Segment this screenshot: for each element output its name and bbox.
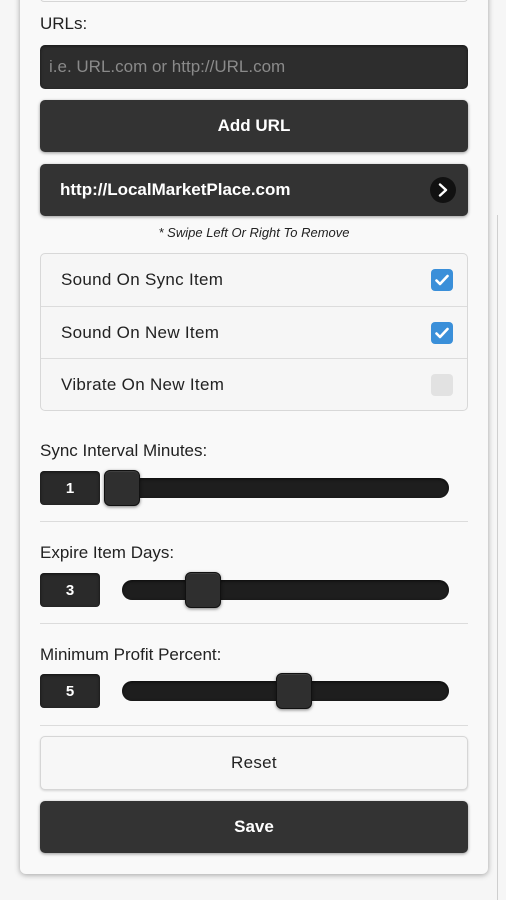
- expire-days-slider-handle[interactable]: [185, 572, 221, 608]
- sync-interval-label: Sync Interval Minutes:: [40, 441, 208, 460]
- divider: [40, 521, 468, 522]
- option-vibrate-on-new[interactable]: Vibrate On New Item: [41, 358, 467, 410]
- url-input[interactable]: [40, 45, 468, 89]
- sync-interval-value[interactable]: 1: [40, 471, 100, 505]
- checkbox-unchecked-icon[interactable]: [431, 374, 453, 396]
- sync-interval-slider-handle[interactable]: [104, 470, 140, 506]
- min-profit-label: Minimum Profit Percent:: [40, 645, 222, 664]
- option-label: Sound On New Item: [61, 322, 220, 342]
- swipe-hint: * Swipe Left Or Right To Remove: [158, 225, 350, 240]
- sync-interval-slider-track[interactable]: [106, 478, 449, 498]
- notification-options: Sound On Sync Item Sound On New Item Vib…: [40, 253, 468, 411]
- url-item-label: http://LocalMarketPlace.com: [60, 180, 291, 199]
- url-list-item[interactable]: http://LocalMarketPlace.com: [40, 164, 468, 216]
- scrollbar-track: [497, 215, 498, 900]
- reset-button[interactable]: Reset: [40, 736, 468, 790]
- min-profit-slider-handle[interactable]: [276, 673, 312, 709]
- expire-days-label: Expire Item Days:: [40, 543, 175, 562]
- previous-section-edge: [40, 0, 468, 2]
- expire-days-slider-track[interactable]: [122, 580, 449, 600]
- urls-label: URLs:: [40, 14, 88, 33]
- divider: [40, 725, 468, 726]
- add-url-button[interactable]: Add URL: [40, 100, 468, 152]
- option-sound-on-sync[interactable]: Sound On Sync Item: [41, 254, 467, 306]
- checkbox-checked-icon[interactable]: [431, 322, 453, 344]
- option-sound-on-new[interactable]: Sound On New Item: [41, 306, 467, 358]
- expire-days-value[interactable]: 3: [40, 573, 100, 607]
- min-profit-value[interactable]: 5: [40, 674, 100, 708]
- checkbox-checked-icon[interactable]: [431, 269, 453, 291]
- divider: [40, 623, 468, 624]
- chevron-right-icon: [430, 177, 456, 203]
- save-button[interactable]: Save: [40, 801, 468, 853]
- option-label: Sound On Sync Item: [61, 270, 224, 289]
- option-label: Vibrate On New Item: [61, 374, 225, 394]
